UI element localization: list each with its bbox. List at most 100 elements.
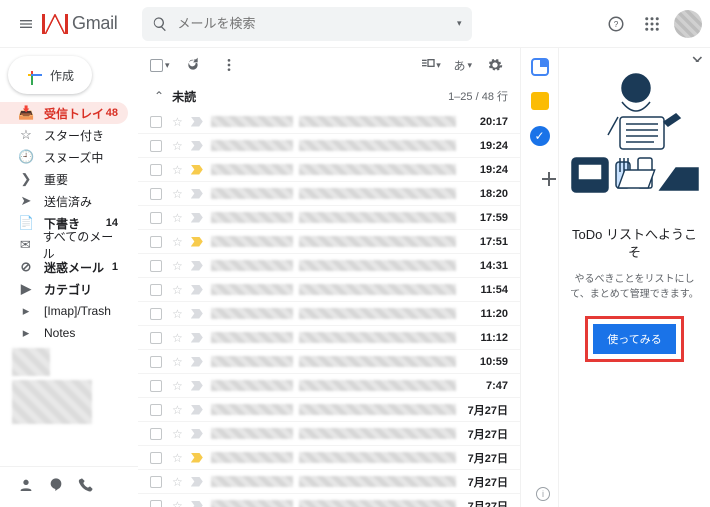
star-icon[interactable]: ☆ <box>172 139 183 153</box>
sidebar-item-4[interactable]: ➤送信済み <box>0 190 128 212</box>
star-icon[interactable]: ☆ <box>172 475 183 489</box>
message-row[interactable]: ☆20:17 <box>138 110 520 134</box>
row-checkbox[interactable] <box>150 284 162 296</box>
message-row[interactable]: ☆17:51 <box>138 230 520 254</box>
message-row[interactable]: ☆7月27日 <box>138 470 520 494</box>
message-row[interactable]: ☆17:59 <box>138 206 520 230</box>
star-icon[interactable]: ☆ <box>172 331 183 345</box>
message-row[interactable]: ☆19:24 <box>138 134 520 158</box>
importance-marker-icon[interactable] <box>191 285 203 295</box>
row-checkbox[interactable] <box>150 236 162 248</box>
tasks-icon[interactable]: ✓ <box>530 126 550 146</box>
row-checkbox[interactable] <box>150 164 162 176</box>
sidebar-item-0[interactable]: 📥受信トレイ48 <box>0 102 128 124</box>
importance-marker-icon[interactable] <box>191 165 203 175</box>
importance-marker-icon[interactable] <box>191 477 203 487</box>
compose-button[interactable]: 作成 <box>8 56 92 94</box>
message-row[interactable]: ☆10:59 <box>138 350 520 374</box>
keep-icon[interactable] <box>531 92 549 110</box>
importance-marker-icon[interactable] <box>191 237 203 247</box>
star-icon[interactable]: ☆ <box>172 115 183 129</box>
row-checkbox[interactable] <box>150 500 162 507</box>
row-checkbox[interactable] <box>150 140 162 152</box>
row-checkbox[interactable] <box>150 356 162 368</box>
star-icon[interactable]: ☆ <box>172 427 183 441</box>
importance-marker-icon[interactable] <box>191 429 203 439</box>
sidebar-item-3[interactable]: ❯重要 <box>0 168 128 190</box>
star-icon[interactable]: ☆ <box>172 187 183 201</box>
person-icon[interactable] <box>18 477 34 497</box>
gmail-logo[interactable]: Gmail <box>42 13 118 34</box>
message-row[interactable]: ☆11:54 <box>138 278 520 302</box>
status-indicator-icon[interactable]: i <box>536 487 550 501</box>
message-row[interactable]: ☆11:12 <box>138 326 520 350</box>
star-icon[interactable]: ☆ <box>172 163 183 177</box>
row-checkbox[interactable] <box>150 476 162 488</box>
star-icon[interactable]: ☆ <box>172 211 183 225</box>
importance-marker-icon[interactable] <box>191 213 203 223</box>
message-row[interactable]: ☆19:24 <box>138 158 520 182</box>
importance-marker-icon[interactable] <box>191 333 203 343</box>
star-icon[interactable]: ☆ <box>172 499 183 507</box>
star-icon[interactable]: ☆ <box>172 259 183 273</box>
apps-grid-icon[interactable] <box>634 6 670 42</box>
star-icon[interactable]: ☆ <box>172 235 183 249</box>
importance-marker-icon[interactable] <box>191 141 203 151</box>
row-checkbox[interactable] <box>150 428 162 440</box>
importance-marker-icon[interactable] <box>191 453 203 463</box>
star-icon[interactable]: ☆ <box>172 307 183 321</box>
hamburger-menu-icon[interactable] <box>8 6 44 42</box>
addons-plus-icon[interactable] <box>532 162 548 178</box>
row-checkbox[interactable] <box>150 260 162 272</box>
message-row[interactable]: ☆7月27日 <box>138 398 520 422</box>
importance-marker-icon[interactable] <box>191 501 203 507</box>
row-checkbox[interactable] <box>150 380 162 392</box>
importance-marker-icon[interactable] <box>191 405 203 415</box>
hangouts-icon[interactable] <box>48 477 64 497</box>
sidebar-item-6[interactable]: ✉すべてのメール <box>0 234 128 256</box>
account-avatar[interactable] <box>674 10 702 38</box>
importance-marker-icon[interactable] <box>191 381 203 391</box>
message-row[interactable]: ☆18:20 <box>138 182 520 206</box>
star-icon[interactable]: ☆ <box>172 403 183 417</box>
star-icon[interactable]: ☆ <box>172 355 183 369</box>
row-checkbox[interactable] <box>150 452 162 464</box>
input-tool-button[interactable]: あ▾ <box>453 52 472 78</box>
sidebar-item-9[interactable]: ▸[Imap]/Trash <box>0 300 128 322</box>
importance-marker-icon[interactable] <box>191 357 203 367</box>
message-row[interactable]: ☆7月27日 <box>138 446 520 470</box>
message-row[interactable]: ☆14:31 <box>138 254 520 278</box>
phone-icon[interactable] <box>78 477 94 497</box>
star-icon[interactable]: ☆ <box>172 379 183 393</box>
calendar-icon[interactable] <box>531 58 549 76</box>
message-row[interactable]: ☆7月27日 <box>138 422 520 446</box>
message-row[interactable]: ☆11:20 <box>138 302 520 326</box>
get-started-button[interactable]: 使ってみる <box>593 324 675 354</box>
search-options-caret-icon[interactable]: ▾ <box>457 18 462 29</box>
section-header[interactable]: ⌃ 未読 1–25 / 48 行 <box>138 82 520 110</box>
row-checkbox[interactable] <box>150 332 162 344</box>
support-icon[interactable]: ? <box>598 6 634 42</box>
importance-marker-icon[interactable] <box>191 261 203 271</box>
message-row[interactable]: ☆7:47 <box>138 374 520 398</box>
row-checkbox[interactable] <box>150 308 162 320</box>
split-pane-toggle[interactable]: ▾ <box>417 52 443 78</box>
row-checkbox[interactable] <box>150 116 162 128</box>
sidebar-item-8[interactable]: ▶カテゴリ <box>0 278 128 300</box>
importance-marker-icon[interactable] <box>191 189 203 199</box>
star-icon[interactable]: ☆ <box>172 451 183 465</box>
star-icon[interactable]: ☆ <box>172 283 183 297</box>
row-checkbox[interactable] <box>150 188 162 200</box>
row-checkbox[interactable] <box>150 404 162 416</box>
refresh-button[interactable] <box>180 52 206 78</box>
search-input[interactable] <box>178 16 457 31</box>
sidebar-item-10[interactable]: ▸Notes <box>0 322 128 344</box>
row-checkbox[interactable] <box>150 212 162 224</box>
importance-marker-icon[interactable] <box>191 117 203 127</box>
search-bar[interactable]: ▾ <box>142 7 472 41</box>
sidebar-item-1[interactable]: ☆スター付き <box>0 124 128 146</box>
select-all-checkbox[interactable]: ▾ <box>150 59 170 72</box>
sidebar-item-2[interactable]: 🕘スヌーズ中 <box>0 146 128 168</box>
settings-gear-icon[interactable] <box>482 52 508 78</box>
more-menu-button[interactable] <box>216 52 242 78</box>
